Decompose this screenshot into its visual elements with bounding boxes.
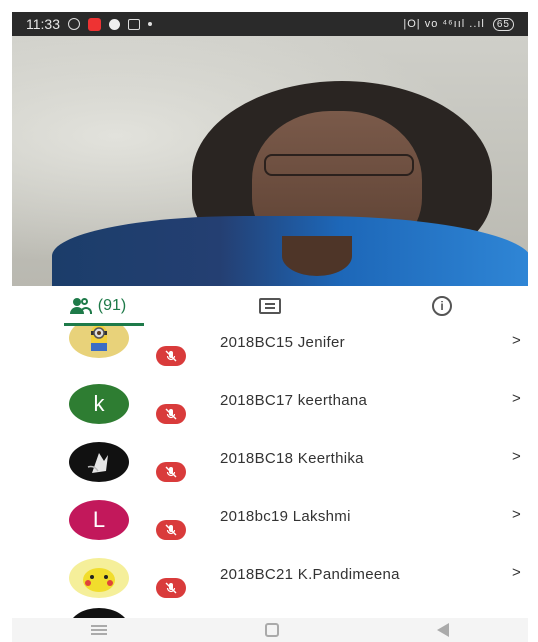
chevron-right-icon[interactable]: > bbox=[512, 506, 521, 523]
status-bar: 11:33 |O| ᴠᴏ ⁴⁶ııl ..ıl 65 bbox=[12, 12, 528, 36]
avatar-letter: L bbox=[92, 507, 106, 532]
tab-people[interactable]: (91) bbox=[12, 286, 184, 326]
participant-name: 2018bc19 Lakshmi bbox=[220, 508, 351, 525]
battery-icon: 65 bbox=[492, 17, 514, 31]
avatar-letter: k bbox=[93, 391, 105, 416]
participant-list[interactable]: 2018BC15 Jenifer > k 2018BC17 keerthana … bbox=[12, 326, 528, 618]
muted-mic-icon bbox=[156, 346, 186, 366]
avatar: k bbox=[69, 384, 129, 424]
status-right: |O| ᴠᴏ ⁴⁶ııl ..ıl 65 bbox=[403, 17, 514, 31]
signal-indicators: |O| ᴠᴏ ⁴⁶ııl ..ıl bbox=[403, 18, 485, 30]
whatsapp-icon bbox=[68, 18, 80, 30]
avatar-column: L bbox=[12, 500, 197, 558]
muted-mic-icon bbox=[156, 462, 186, 482]
notification-app-icon bbox=[88, 17, 101, 31]
participant-name: 2018BC15 Jenifer bbox=[220, 334, 345, 351]
speaker-glasses bbox=[264, 154, 414, 176]
avatar-column: k bbox=[12, 384, 197, 442]
avatar-column bbox=[12, 442, 197, 500]
system-nav-bar bbox=[12, 618, 528, 642]
home-icon[interactable] bbox=[265, 623, 279, 637]
tab-chat[interactable] bbox=[184, 286, 356, 326]
pikachu-avatar-image bbox=[83, 568, 115, 592]
people-icon bbox=[69, 298, 92, 314]
avatar bbox=[69, 558, 129, 598]
avatar bbox=[69, 442, 129, 482]
avatar: L bbox=[69, 500, 129, 540]
recent-apps-icon[interactable] bbox=[91, 625, 107, 635]
avatar bbox=[69, 326, 129, 358]
tab-info[interactable]: i bbox=[356, 286, 528, 326]
flower-avatar-image bbox=[87, 453, 108, 473]
back-icon[interactable] bbox=[437, 623, 449, 637]
muted-mic-icon bbox=[156, 404, 186, 424]
avatar-column bbox=[12, 326, 197, 384]
chevron-right-icon[interactable]: > bbox=[512, 564, 521, 581]
clock: 11:33 bbox=[26, 16, 60, 32]
participant-row[interactable]: 2018BC18 Keerthika > bbox=[12, 442, 528, 500]
participant-row-partial[interactable] bbox=[12, 608, 528, 618]
participant-name: 2018BC17 keerthana bbox=[220, 392, 368, 409]
participant-name: 2018BC21 K.Pandimeena bbox=[220, 566, 400, 583]
muted-mic-icon bbox=[156, 520, 186, 540]
video-feed[interactable] bbox=[12, 36, 528, 286]
people-count: (91) bbox=[97, 297, 127, 314]
info-icon: i bbox=[432, 296, 452, 316]
location-icon bbox=[109, 18, 120, 30]
message-icon bbox=[128, 18, 140, 30]
meeting-tabs: (91) i bbox=[12, 286, 528, 326]
chevron-right-icon[interactable]: > bbox=[512, 448, 521, 465]
participant-row[interactable]: 2018BC15 Jenifer > bbox=[12, 326, 528, 384]
participant-row[interactable]: k 2018BC17 keerthana > bbox=[12, 384, 528, 442]
minion-avatar-image bbox=[91, 326, 107, 351]
more-notifications-icon bbox=[148, 22, 152, 26]
chevron-right-icon[interactable]: > bbox=[512, 332, 521, 349]
status-left: 11:33 bbox=[26, 16, 152, 32]
avatar bbox=[69, 608, 129, 618]
chat-icon bbox=[259, 298, 281, 314]
participant-name: 2018BC18 Keerthika bbox=[220, 450, 364, 467]
participant-row[interactable]: L 2018bc19 Lakshmi > bbox=[12, 500, 528, 558]
speaker-neck bbox=[282, 236, 352, 276]
chevron-right-icon[interactable]: > bbox=[512, 390, 521, 407]
muted-mic-icon bbox=[156, 578, 186, 598]
